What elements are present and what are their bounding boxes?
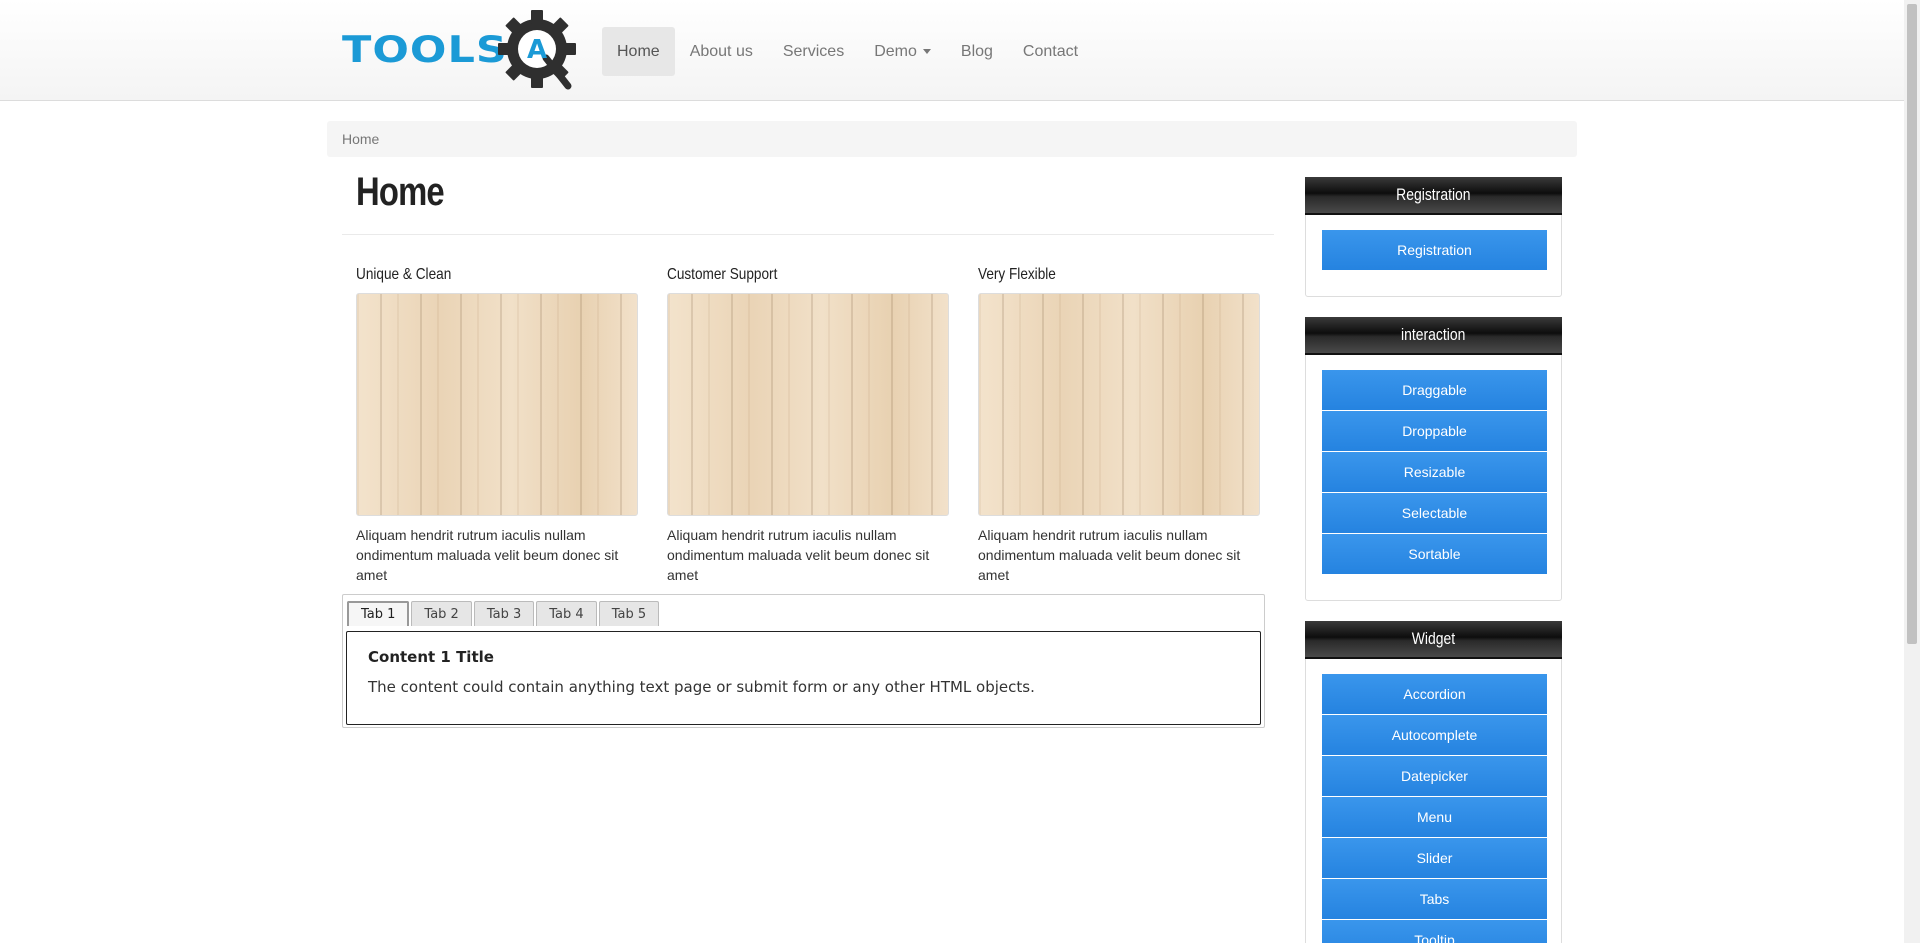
tab-panel: Content 1 Title The content could contai…	[346, 631, 1261, 725]
slider-button[interactable]: Slider	[1322, 838, 1547, 878]
nav-services[interactable]: Services	[768, 27, 859, 76]
feature-text: Aliquam hendrit rutrum iaculis nullam on…	[978, 527, 1241, 583]
feature-title: Very Flexible	[978, 266, 1056, 283]
tab-3[interactable]: Tab 3	[473, 601, 535, 626]
panel-title: Content 1 Title	[368, 648, 494, 666]
feature-card: Very Flexible Aliquam hendrit rutrum iac…	[978, 262, 1260, 585]
selectable-button[interactable]: Selectable	[1322, 493, 1547, 533]
scrollbar-thumb[interactable]	[1907, 4, 1917, 644]
feature-card: Customer Support Aliquam hendrit rutrum …	[667, 262, 949, 585]
interaction-widget: interaction Draggable Droppable Resizabl…	[1305, 317, 1562, 601]
widget-body: Accordion Autocomplete Datepicker Menu S…	[1306, 659, 1561, 943]
title-divider	[342, 234, 1274, 235]
logo-text: TOOLS	[342, 28, 508, 71]
widget-header: Registration	[1305, 177, 1562, 215]
tabs-widget: Tab 1 Tab 2 Tab 3 Tab 4 Tab 5 Content 1 …	[342, 594, 1265, 728]
breadcrumb-current: Home	[342, 131, 380, 147]
nav-demo-dropdown[interactable]: Demo	[859, 27, 946, 76]
feature-text: Aliquam hendrit rutrum iaculis nullam on…	[667, 527, 930, 583]
nav-blog[interactable]: Blog	[946, 27, 1008, 76]
widget-list-widget: Widget Accordion Autocomplete Datepicker…	[1305, 621, 1562, 943]
widget-heading: interaction	[1401, 325, 1466, 344]
widget-header: interaction	[1305, 317, 1562, 355]
registration-button[interactable]: Registration	[1322, 230, 1547, 270]
feature-title: Unique & Clean	[356, 266, 452, 283]
widget-body: Draggable Droppable Resizable Selectable…	[1306, 355, 1561, 591]
top-navbar: TOOLS A Home About us Services Demo Blog…	[0, 0, 1904, 101]
site-logo[interactable]: TOOLS A	[342, 6, 587, 94]
tab-4[interactable]: Tab 4	[536, 601, 597, 626]
feature-text: Aliquam hendrit rutrum iaculis nullam on…	[356, 527, 619, 583]
sortable-button[interactable]: Sortable	[1322, 534, 1547, 574]
widget-body: Registration	[1306, 215, 1561, 287]
widget-heading: Registration	[1396, 185, 1471, 204]
breadcrumb: Home	[327, 121, 1577, 157]
gear-icon: A	[498, 10, 576, 90]
widget-header: Widget	[1305, 621, 1562, 659]
tab-list: Tab 1 Tab 2 Tab 3 Tab 4 Tab 5	[347, 601, 660, 626]
page-scrollbar[interactable]	[1904, 0, 1920, 943]
datepicker-button[interactable]: Datepicker	[1322, 756, 1547, 796]
logo-badge-letter: A	[527, 35, 547, 65]
feature-title: Customer Support	[667, 266, 778, 283]
main-nav: Home About us Services Demo Blog Contact	[602, 27, 1093, 76]
autocomplete-button[interactable]: Autocomplete	[1322, 715, 1547, 755]
tab-2[interactable]: Tab 2	[411, 601, 472, 626]
nav-services-label: Services	[782, 42, 845, 60]
droppable-button[interactable]: Droppable	[1322, 411, 1547, 451]
tooltip-button[interactable]: Tooltip	[1322, 920, 1547, 943]
menu-button[interactable]: Menu	[1322, 797, 1547, 837]
tab-5[interactable]: Tab 5	[598, 601, 660, 626]
resizable-button[interactable]: Resizable	[1322, 452, 1547, 492]
page-title: Home	[356, 170, 445, 214]
nav-demo-label: Demo	[874, 42, 917, 60]
tabs-button[interactable]: Tabs	[1322, 879, 1547, 919]
nav-blog-label: Blog	[960, 42, 993, 60]
feature-image	[978, 293, 1260, 516]
feature-card: Unique & Clean Aliquam hendrit rutrum ia…	[356, 262, 638, 585]
accordion-button[interactable]: Accordion	[1322, 674, 1547, 714]
widget-heading: Widget	[1411, 629, 1456, 648]
nav-about-us-label: About us	[689, 42, 753, 60]
feature-image	[667, 293, 949, 516]
tab-1[interactable]: Tab 1	[347, 601, 410, 626]
registration-widget: Registration Registration	[1305, 177, 1562, 297]
nav-home-label: Home	[617, 42, 660, 60]
nav-contact-label: Contact	[1022, 42, 1079, 60]
nav-contact[interactable]: Contact	[1008, 27, 1093, 76]
nav-home[interactable]: Home	[602, 27, 675, 76]
panel-text: The content could contain anything text …	[368, 678, 1035, 696]
draggable-button[interactable]: Draggable	[1322, 370, 1547, 410]
caret-down-icon	[922, 49, 931, 54]
feature-image	[356, 293, 638, 516]
nav-about-us[interactable]: About us	[675, 27, 768, 76]
